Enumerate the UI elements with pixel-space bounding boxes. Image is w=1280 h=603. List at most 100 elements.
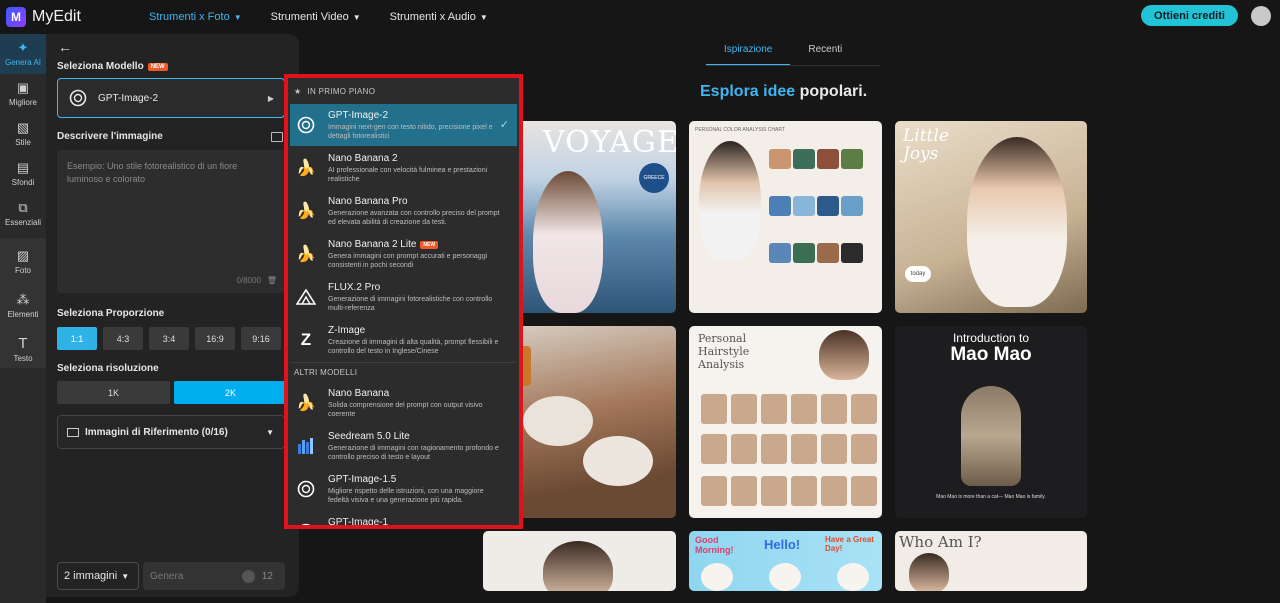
model-description: Generazione di immagini con ragionamento… — [328, 445, 499, 461]
plate-shape — [523, 396, 593, 446]
model-section-label: Seleziona Modello NEW — [57, 61, 168, 72]
rail-item-style[interactable]: ▧ Stile — [0, 114, 46, 154]
rail-item-generate-ai[interactable]: ✦ Genera AI — [0, 34, 46, 74]
tab-recent[interactable]: Recenti — [790, 38, 860, 66]
ratio-1-1-button[interactable]: 1:1 — [57, 327, 97, 350]
model-description: Solida comprensione del prompt con outpu… — [328, 402, 483, 418]
text-icon: T — [18, 335, 28, 352]
elements-icon: ⁂ — [16, 292, 30, 307]
rail-label: Essenziali — [4, 218, 41, 227]
avatar[interactable] — [1251, 6, 1271, 26]
resolution-1k-button[interactable]: 1K — [57, 381, 170, 404]
model-option-seedream-5-lite[interactable]: Seedream 5.0 Lite Generazione di immagini… — [290, 425, 517, 467]
cat-figure — [961, 386, 1021, 486]
model-option-gpt-image-1-5[interactable]: GPT-Image-1.5 Migliore rispetto delle ist… — [290, 468, 517, 510]
ratio-section-label: Seleziona Proporzione — [57, 308, 165, 319]
tab-inspiration[interactable]: Ispirazione — [706, 38, 791, 66]
model-name: Nano Banana Pro — [328, 196, 408, 207]
generate-button[interactable]: Genera 12 — [143, 562, 285, 590]
reference-images-select[interactable]: Immagini di Riferimento (0/16) ▼ — [57, 415, 285, 449]
model-option-nano-banana-2[interactable]: 🍌 Nano Banana 2 AI professionale con velo… — [290, 147, 517, 189]
openai-icon — [290, 511, 322, 525]
style-icon: ▧ — [16, 120, 30, 135]
rail-item-photo[interactable]: ▨ Foto — [0, 242, 46, 282]
color-chip — [817, 149, 839, 169]
resolution-2k-button[interactable]: 2K — [174, 381, 287, 404]
openai-icon — [290, 104, 322, 146]
model-name: GPT-Image-1.5 — [328, 474, 397, 485]
card-title: VOYAGE — [543, 125, 676, 160]
card-title: PERSONAL COLOR ANALYSIS CHART — [695, 127, 785, 133]
new-badge: NEW — [420, 240, 439, 249]
model-selector[interactable]: GPT-Image-2 ▶ — [57, 78, 285, 118]
hairstyle-thumb — [731, 394, 757, 424]
logo[interactable]: M MyEdit — [6, 7, 81, 27]
card-title: Introduction to — [952, 331, 1030, 345]
model-option-gpt-image-2[interactable]: GPT-Image-2 Immagini next-gen con testo n… — [290, 104, 517, 146]
ratio-3-4-button[interactable]: 3:4 — [149, 327, 189, 350]
nav-photo-tools[interactable]: Strumenti x Foto ▼ — [149, 11, 242, 23]
top-bar: M MyEdit Strumenti x Foto ▼ Strumenti Vid… — [0, 0, 1280, 34]
inspiration-card-little-joys[interactable]: Little Joys today — [895, 121, 1087, 313]
generate-settings-panel: ← Seleziona Modello NEW GPT-Image-2 ▶ Des… — [46, 34, 299, 597]
card-portrait — [699, 141, 761, 261]
caret-right-icon: ▶ — [267, 93, 274, 103]
greeting-good-morning: Good Morning! — [695, 535, 734, 555]
image-upload-icon[interactable] — [271, 132, 283, 142]
model-description: Creazione di immagini di alta qualità, p… — [328, 339, 499, 355]
prompt-char-counter: 0/8000 — [236, 276, 261, 285]
back-arrow-icon[interactable]: ← — [58, 39, 72, 55]
inspiration-card-who-am-i[interactable]: Who Am I? — [895, 531, 1087, 591]
rail-label: Testo — [13, 354, 33, 363]
inspiration-card-hairstyle[interactable]: Personal Hairstyle Analysis — [689, 326, 882, 518]
nav-photo-tools-label: Strumenti x Foto — [149, 11, 230, 23]
model-option-nano-banana-2-lite[interactable]: 🍌 Nano Banana 2 Lite NEW Genera immagini c… — [290, 233, 517, 275]
hairstyle-thumb — [701, 434, 727, 464]
card-title: Personal Hairstyle Analysis — [698, 332, 750, 371]
rail-label: Stile — [15, 138, 31, 147]
inspiration-card-color-analysis[interactable]: PERSONAL COLOR ANALYSIS CHART — [689, 121, 882, 313]
main-nav: Strumenti x Foto ▼ Strumenti Video ▼ Strum… — [149, 0, 517, 34]
ratio-options: 1:1 4:3 3:4 16:9 9:16 — [57, 327, 287, 350]
rail-item-elements[interactable]: ⁂ Elementi — [0, 286, 46, 326]
check-icon: ✓ — [499, 119, 509, 131]
ratio-4-3-button[interactable]: 4:3 — [103, 327, 143, 350]
rail-item-backgrounds[interactable]: ▤ Sfondi — [0, 154, 46, 194]
hairstyle-thumb — [791, 476, 817, 506]
model-description: Immagini next-gen con testo nitido, prec… — [328, 124, 493, 140]
ratio-16-9-button[interactable]: 16:9 — [195, 327, 235, 350]
new-badge: NEW — [147, 62, 168, 71]
model-name: Nano Banana — [328, 388, 390, 399]
greeting-great-day: Have a Great Day! — [825, 535, 874, 553]
inspiration-card-mao-mao[interactable]: Introduction to Mao Mao Mao Mao is more … — [895, 326, 1087, 518]
rail-item-enhance[interactable]: ▣ Migliore — [0, 74, 46, 114]
color-chip — [769, 149, 791, 169]
model-option-nano-banana[interactable]: 🍌 Nano Banana Solida comprensione del pro… — [290, 382, 517, 424]
banana-icon: 🍌 — [296, 203, 316, 220]
model-option-nano-banana-pro[interactable]: 🍌 Nano Banana Pro Generazione avanzata co… — [290, 190, 517, 232]
inspiration-tabs: Ispirazione Recenti — [706, 38, 860, 66]
trash-icon[interactable]: 🗑 — [267, 274, 277, 287]
hairstyle-thumb — [821, 434, 847, 464]
describe-section-label: Descrivere l'immagine — [57, 131, 163, 142]
generate-label: Genera — [150, 570, 184, 582]
rail-item-essentials[interactable]: ⧉ Essenziali — [0, 194, 46, 234]
inspiration-card-sketch[interactable] — [483, 531, 676, 591]
prompt-textarea[interactable]: Esempio: Uno stile fotorealistico di un … — [57, 150, 285, 293]
ratio-9-16-button[interactable]: 9:16 — [241, 327, 281, 350]
nav-video-tools[interactable]: Strumenti Video ▼ — [271, 11, 361, 23]
model-option-z-image[interactable]: Z Z-Image Creazione di immagini di alta q… — [290, 319, 517, 361]
myedit-logo-icon: M — [6, 7, 26, 27]
nav-audio-tools[interactable]: Strumenti x Audio ▼ — [390, 11, 488, 23]
image-count-select[interactable]: 2 immagini ▼ — [57, 562, 139, 590]
model-option-gpt-image-1[interactable]: GPT-Image-1 — [290, 511, 517, 525]
model-option-flux-2-pro[interactable]: FLUX.2 Pro Generazione di immagini fotore… — [290, 276, 517, 318]
hairstyle-thumb — [731, 476, 757, 506]
inspiration-card-greetings[interactable]: Good Morning! Hello! Have a Great Day! — [689, 531, 882, 591]
openai-icon — [69, 89, 87, 107]
color-chip — [769, 243, 791, 263]
get-credits-button[interactable]: Ottieni crediti — [1141, 5, 1238, 26]
flux-icon — [290, 276, 322, 318]
rail-item-text[interactable]: T Testo — [0, 330, 46, 370]
model-name: Nano Banana 2 — [328, 153, 398, 164]
